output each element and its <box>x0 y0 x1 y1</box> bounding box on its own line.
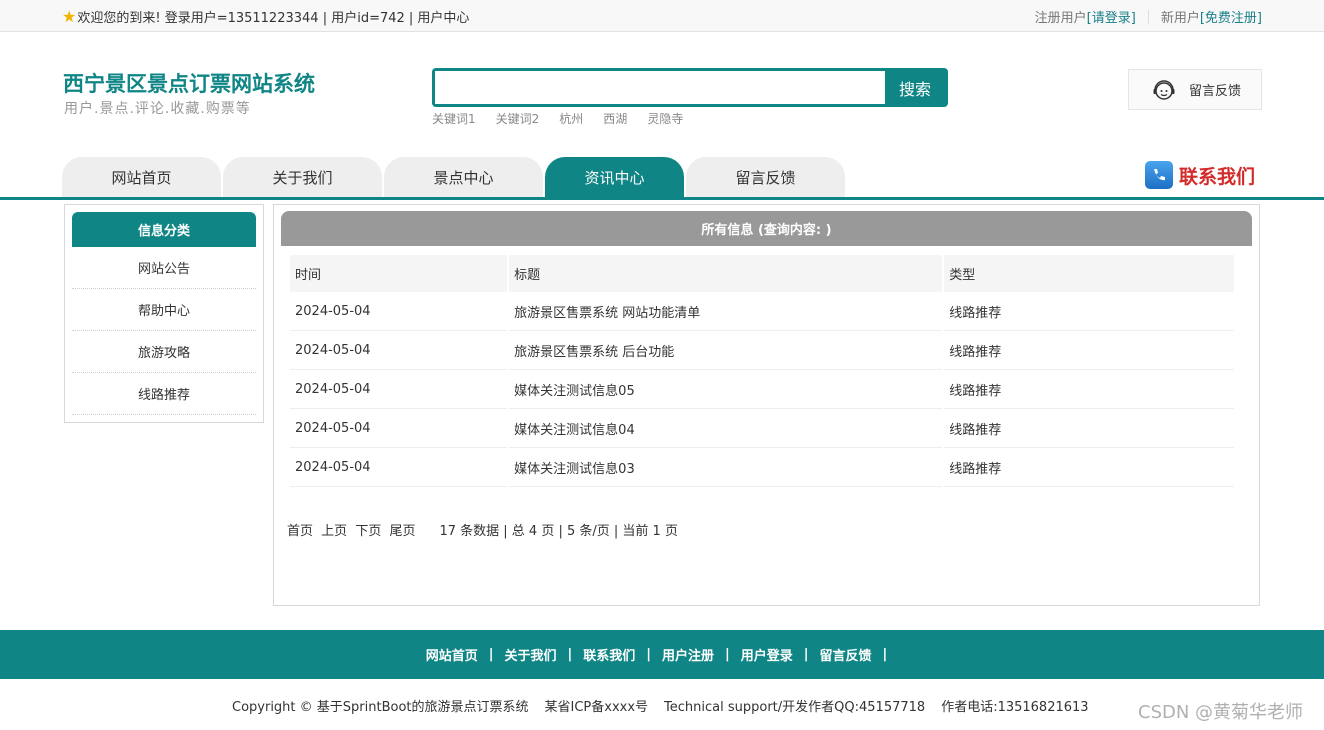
pager-links: 首页 上页 下页 尾页 <box>287 520 419 539</box>
info-table: 时间 标题 类型 2024-05-04 旅游景区售票系统 网站功能清单 线路推荐… <box>288 255 1236 487</box>
register-user-label: 注册用户 <box>1034 11 1087 26</box>
separator: | <box>803 647 809 662</box>
main-nav: 网站首页 关于我们 景点中心 资讯中心 留言反馈 联系我们 <box>0 155 1324 200</box>
row-type: 线路推荐 <box>944 409 1234 448</box>
next-page-link[interactable]: 下页 <box>355 524 381 539</box>
star-icon: ★ <box>62 7 77 26</box>
column-header-type: 类型 <box>944 255 1234 292</box>
login-link[interactable]: [请登录] <box>1087 7 1136 26</box>
pagination: 首页 上页 下页 尾页 17 条数据 | 总 4 页 | 5 条/页 | 当前 … <box>287 520 1252 539</box>
separator: | <box>725 647 730 662</box>
panel-title: 所有信息 (查询内容: ) <box>281 211 1252 246</box>
sidebar-item-guides[interactable]: 旅游攻略 <box>72 331 256 373</box>
hot-keywords: 关键词1 关键词2 杭州 西湖 灵隐寺 <box>432 110 683 127</box>
prev-page-link[interactable]: 上页 <box>321 524 347 539</box>
pager-info: 17 条数据 | 总 4 页 | 5 条/页 | 当前 1 页 <box>439 524 678 539</box>
divider <box>1147 9 1149 24</box>
category-sidebar: 信息分类 网站公告 帮助中心 旅游攻略 线路推荐 <box>64 204 264 423</box>
nav-feedback[interactable]: 留言反馈 <box>686 157 845 197</box>
feedback-button[interactable]: 留言反馈 <box>1128 69 1262 110</box>
footer-link-login[interactable]: 用户登录 <box>741 645 793 664</box>
footer-link-contact[interactable]: 联系我们 <box>583 645 635 664</box>
table-row: 2024-05-04 旅游景区售票系统 后台功能 线路推荐 <box>290 331 1234 370</box>
row-type: 线路推荐 <box>944 370 1234 409</box>
contact-us-link[interactable]: 联系我们 <box>1145 161 1255 189</box>
header: 西宁景区景点订票网站系统 用户.景点.评论.收藏.购票等 搜索 关键词1 关键词… <box>0 32 1324 155</box>
copyright-text: Copyright © 基于SprintBoot的旅游景点订票系统 <box>232 700 529 715</box>
sidebar-item-routes[interactable]: 线路推荐 <box>72 373 256 415</box>
site-subtitle: 用户.景点.评论.收藏.购票等 <box>64 101 251 117</box>
separator: | <box>488 647 494 662</box>
footer-link-register[interactable]: 用户注册 <box>662 645 714 664</box>
row-title-link[interactable]: 旅游景区售票系统 网站功能清单 <box>509 292 943 331</box>
keyword-link[interactable]: 关键词2 <box>496 110 540 127</box>
nav-news[interactable]: 资讯中心 <box>545 157 684 197</box>
phone-icon <box>1145 161 1173 189</box>
new-user-label: 新用户 <box>1160 11 1200 26</box>
column-header-time: 时间 <box>290 255 508 292</box>
table-row: 2024-05-04 媒体关注测试信息05 线路推荐 <box>290 370 1234 409</box>
welcome-text[interactable]: 欢迎您的到来! 登录用户=13511223344 | 用户id=742 | 用户… <box>77 7 469 26</box>
icp-text: 某省ICP备xxxx号 <box>544 700 649 715</box>
row-title-link[interactable]: 旅游景区售票系统 后台功能 <box>509 331 943 370</box>
row-type: 线路推荐 <box>944 331 1234 370</box>
search-bar: 搜索 <box>432 68 948 107</box>
feedback-label: 留言反馈 <box>1189 84 1242 99</box>
keyword-link[interactable]: 灵隐寺 <box>647 110 683 127</box>
copyright-bar: Copyright © 基于SprintBoot的旅游景点订票系统 某省ICP备… <box>232 696 1089 715</box>
top-bar: ★ 欢迎您的到来! 登录用户=13511223344 | 用户id=742 | … <box>0 0 1324 32</box>
footer-nav: 网站首页 | 关于我们 | 联系我们 | 用户注册 | 用户登录 | 留言反馈 | <box>0 630 1324 679</box>
footer-link-feedback[interactable]: 留言反馈 <box>820 645 872 664</box>
free-register-link[interactable]: [免费注册] <box>1200 7 1262 26</box>
search-button[interactable]: 搜索 <box>885 71 945 104</box>
row-date: 2024-05-04 <box>290 292 508 331</box>
separator: | <box>646 647 651 662</box>
welcome-message: ★ 欢迎您的到来! 登录用户=13511223344 | 用户id=742 | … <box>62 7 469 26</box>
table-header-row: 时间 标题 类型 <box>290 255 1234 292</box>
search-input[interactable] <box>435 71 885 104</box>
contact-us-label: 联系我们 <box>1179 165 1256 188</box>
table-row: 2024-05-04 旅游景区售票系统 网站功能清单 线路推荐 <box>290 292 1234 331</box>
phone-text: 作者电话:13516821613 <box>941 700 1089 715</box>
last-page-link[interactable]: 尾页 <box>389 524 415 539</box>
row-title-link[interactable]: 媒体关注测试信息05 <box>509 370 943 409</box>
info-list-panel: 所有信息 (查询内容: ) 时间 标题 类型 2024-05-04 旅游景区售票… <box>273 204 1260 606</box>
sidebar-title: 信息分类 <box>72 212 256 247</box>
row-date: 2024-05-04 <box>290 331 508 370</box>
first-page-link[interactable]: 首页 <box>287 524 313 539</box>
row-title-link[interactable]: 媒体关注测试信息04 <box>509 409 943 448</box>
site-title[interactable]: 西宁景区景点订票网站系统 <box>63 68 315 98</box>
row-date: 2024-05-04 <box>290 409 508 448</box>
auth-links: 注册用户 [请登录] 新用户 [免费注册] <box>1035 7 1262 26</box>
nav-tabs: 网站首页 关于我们 景点中心 资讯中心 留言反馈 <box>62 157 845 197</box>
footer-link-about[interactable]: 关于我们 <box>504 645 556 664</box>
customer-service-icon <box>1153 79 1175 100</box>
row-type: 线路推荐 <box>944 292 1234 331</box>
column-header-title: 标题 <box>509 255 943 292</box>
sidebar-item-announcements[interactable]: 网站公告 <box>72 247 256 289</box>
row-title-link[interactable]: 媒体关注测试信息03 <box>509 448 943 487</box>
keyword-link[interactable]: 西湖 <box>603 110 627 127</box>
keyword-link[interactable]: 杭州 <box>559 110 583 127</box>
main-area: 信息分类 网站公告 帮助中心 旅游攻略 线路推荐 所有信息 (查询内容: ) 时… <box>0 197 1324 617</box>
separator: | <box>882 647 888 662</box>
watermark: CSDN @黄菊华老师 <box>1138 702 1304 723</box>
row-type: 线路推荐 <box>944 448 1234 487</box>
table-row: 2024-05-04 媒体关注测试信息03 线路推荐 <box>290 448 1234 487</box>
row-date: 2024-05-04 <box>290 448 508 487</box>
keyword-link[interactable]: 关键词1 <box>432 110 476 127</box>
footer-link-home[interactable]: 网站首页 <box>426 645 478 664</box>
table-row: 2024-05-04 媒体关注测试信息04 线路推荐 <box>290 409 1234 448</box>
support-text: Technical support/开发作者QQ:45157718 <box>664 700 926 715</box>
separator: | <box>567 647 573 662</box>
nav-about[interactable]: 关于我们 <box>223 157 382 197</box>
sidebar-item-help[interactable]: 帮助中心 <box>72 289 256 331</box>
row-date: 2024-05-04 <box>290 370 508 409</box>
nav-attractions[interactable]: 景点中心 <box>384 157 543 197</box>
nav-home[interactable]: 网站首页 <box>62 157 221 197</box>
